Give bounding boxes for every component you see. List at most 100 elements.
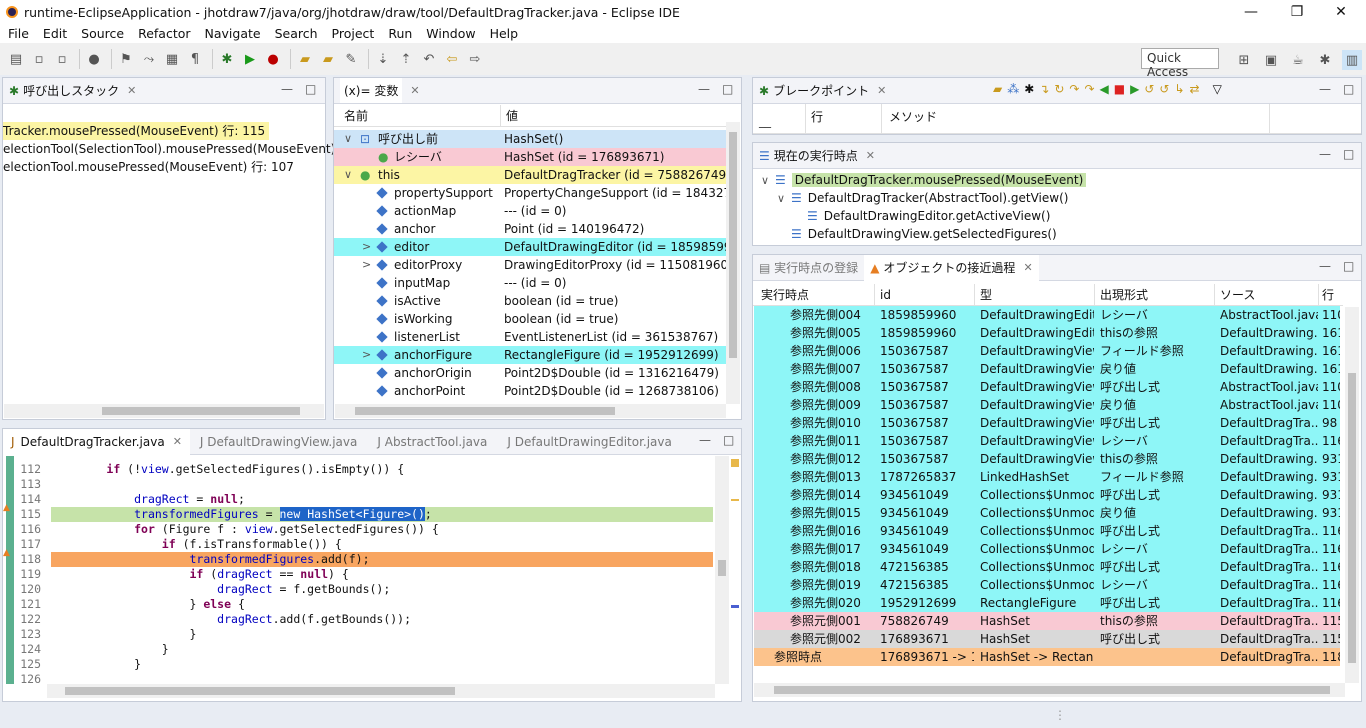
java-perspective-icon[interactable]: ☕	[1288, 50, 1308, 70]
horizontal-scrollbar[interactable]	[754, 683, 1345, 697]
forward-icon[interactable]: ⇨	[465, 49, 485, 69]
approach-row[interactable]: 参照先側010 150367587 DefaultDrawingView 呼び出し式 D…	[754, 414, 1340, 432]
new-icon[interactable]: ▤	[6, 49, 26, 69]
maximize-icon[interactable]: □	[1343, 259, 1354, 273]
minimize-button[interactable]: —	[1228, 0, 1274, 24]
maximize-icon[interactable]: □	[723, 433, 734, 447]
variable-row[interactable]: listenerList EventListenerList (id = 3615…	[334, 328, 726, 346]
vertical-scrollbar[interactable]	[1345, 307, 1359, 683]
back-step-icon[interactable]: ◀	[1100, 82, 1109, 96]
variable-row[interactable]: ∨ ⊡ 呼び出し前 HashSet()	[334, 130, 726, 148]
step-return-icon[interactable]: ↻	[1054, 82, 1064, 96]
menu-source[interactable]: Source	[81, 26, 124, 41]
variable-row[interactable]: anchorPoint Point2D$Double (id = 12687381…	[334, 382, 726, 400]
toggle-breakpoint-icon[interactable]: ⚑	[116, 49, 136, 69]
editor-tab[interactable]: J AbstractTool.java	[367, 435, 497, 449]
exec-register-tab[interactable]: ▤ 実行時点の登録	[753, 259, 864, 276]
col-method[interactable]: メソッド	[889, 104, 937, 130]
exec-point-item[interactable]: ☰ DefaultDrawingView.getSelectedFigures()	[777, 225, 1057, 243]
menu-run[interactable]: Run	[388, 26, 412, 41]
minimize-icon[interactable]: —	[698, 82, 710, 96]
variable-row[interactable]: ● レシーバ HashSet (id = 176893671)	[334, 148, 726, 166]
menu-project[interactable]: Project	[332, 26, 375, 41]
sync-icon[interactable]: ⇄	[1190, 82, 1200, 96]
open-perspective-icon[interactable]: ⊞	[1234, 50, 1254, 70]
stack-frame[interactable]: Tracker.mousePressed(MouseEvent) 行: 115	[3, 122, 270, 140]
close-icon[interactable]: ✕	[1023, 261, 1032, 274]
close-icon[interactable]: ✕	[866, 149, 875, 162]
horizontal-scrollbar[interactable]	[335, 404, 726, 418]
layout-perspective-icon[interactable]: ▥	[1342, 50, 1362, 70]
variable-row[interactable]: actionMap --- (id = 0)	[334, 202, 726, 220]
code-line[interactable]: }	[51, 657, 713, 672]
expand-toggle-icon[interactable]: >	[362, 256, 371, 274]
editor-tab[interactable]: J DefaultDrawingView.java	[190, 435, 367, 449]
code-line[interactable]: }	[51, 627, 713, 642]
exec-point-item[interactable]: ∨ ☰ DefaultDragTracker.mousePressed(MouseE…	[761, 171, 1087, 189]
resume-icon[interactable]: ▶	[1130, 82, 1139, 96]
next-annotation-icon[interactable]: ⇣	[373, 49, 393, 69]
expand-toggle-icon[interactable]: ∨	[777, 190, 791, 208]
variable-row[interactable]: isActive boolean (id = true)	[334, 292, 726, 310]
variable-row[interactable]: inputMap --- (id = 0)	[334, 274, 726, 292]
code-line[interactable]	[51, 477, 713, 492]
approach-row[interactable]: 参照先側005 1859859960 DefaultDrawingEdit... th…	[754, 324, 1340, 342]
step-into-icon[interactable]: ↴	[1039, 82, 1049, 96]
approach-row[interactable]: 参照先側012 150367587 DefaultDrawingView thisの参…	[754, 450, 1340, 468]
variable-row[interactable]: ∨ ● this DefaultDragTracker (id = 758826749…	[334, 166, 726, 184]
approach-row[interactable]: 参照先側011 150367587 DefaultDrawingView レシーバ De…	[754, 432, 1340, 450]
expand-toggle-icon[interactable]: ∨	[344, 130, 352, 148]
approach-row[interactable]: 参照先側017 934561049 Collections$Unmod... レシーバ…	[754, 540, 1340, 558]
folder-icon[interactable]: ▰	[993, 82, 1002, 96]
col-name[interactable]: 名前	[344, 105, 368, 127]
approach-row[interactable]: 参照元側001 758826749 HashSet thisの参照 DefaultDra…	[754, 612, 1340, 630]
approach-row[interactable]: 参照元側002 176893671 HashSet 呼び出し式 DefaultDragT…	[754, 630, 1340, 648]
redo-icon[interactable]: ↺	[1159, 82, 1169, 96]
approach-row[interactable]: 参照先側004 1859859960 DefaultDrawingEdit... レシ…	[754, 306, 1340, 324]
jump-icon[interactable]: ↳	[1174, 82, 1184, 96]
menu-search[interactable]: Search	[275, 26, 318, 41]
drop-frame-icon[interactable]: ↷	[1084, 82, 1094, 96]
col-value[interactable]: 値	[506, 105, 518, 127]
open-folder-icon[interactable]: ▰	[318, 49, 338, 69]
close-button[interactable]: ✕	[1318, 0, 1364, 24]
variable-row[interactable]: anchor Point (id = 140196472)	[334, 220, 726, 238]
maximize-icon[interactable]: □	[1343, 147, 1354, 161]
group-icon[interactable]: ⁂	[1007, 82, 1019, 96]
minimize-icon[interactable]: —	[1319, 82, 1331, 96]
approach-row[interactable]: 参照先側007 150367587 DefaultDrawingView 戻り値 Def…	[754, 360, 1340, 378]
stack-frame[interactable]: electionTool.mousePressed(MouseEvent) 行:…	[3, 158, 294, 176]
menu-file[interactable]: File	[8, 26, 29, 41]
debug-perspective-icon[interactable]: ✱	[1315, 50, 1335, 70]
minimize-icon[interactable]: —	[281, 82, 293, 96]
maximize-button[interactable]: ❐	[1274, 0, 1320, 24]
variable-row[interactable]: > editor DefaultDrawingEditor (id = 185985…	[334, 238, 726, 256]
maximize-icon[interactable]: □	[1343, 82, 1354, 96]
bug-icon[interactable]: ✱	[1024, 82, 1034, 96]
quick-access-input[interactable]: Quick Access	[1141, 48, 1219, 79]
variable-row[interactable]: anchorOrigin Point2D$Double (id = 1316216…	[334, 364, 726, 382]
vertical-scrollbar[interactable]	[715, 456, 729, 684]
code-line[interactable]: } else {	[51, 597, 713, 612]
resource-perspective-icon[interactable]: ▣	[1261, 50, 1281, 70]
back-icon[interactable]: ⇦	[442, 49, 462, 69]
close-icon[interactable]: ✕	[127, 84, 136, 97]
variable-row[interactable]: > anchorFigure RectangleFigure (id = 19529…	[334, 346, 726, 364]
menu-navigate[interactable]: Navigate	[205, 26, 261, 41]
open-type-icon[interactable]: ▰	[295, 49, 315, 69]
fwd-step-icon[interactable]: ↺	[1144, 82, 1154, 96]
save-all-icon[interactable]: ▫	[52, 49, 72, 69]
approach-row[interactable]: 参照先側016 934561049 Collections$Unmod... 呼び出し…	[754, 522, 1340, 540]
exec-point-item[interactable]: ∨ ☰ DefaultDragTracker(AbstractTool).getVi…	[777, 189, 1068, 207]
approach-row[interactable]: 参照時点 176893671 -> 1... HashSet -> Rectan..…	[754, 648, 1340, 666]
step-over-icon[interactable]: ↷	[1069, 82, 1079, 96]
expand-toggle-icon[interactable]: >	[362, 346, 371, 364]
approach-row[interactable]: 参照先側009 150367587 DefaultDrawingView 戻り値 Abs…	[754, 396, 1340, 414]
skip-breakpoints-icon[interactable]: ⤳	[139, 49, 159, 69]
col-type[interactable]: 型	[980, 284, 992, 306]
minimize-icon[interactable]: —	[699, 433, 711, 447]
approach-row[interactable]: 参照先側020 1952912699 RectangleFigure 呼び出し式 Def…	[754, 594, 1340, 612]
coverage-icon[interactable]: ●	[263, 49, 283, 69]
code-line[interactable]: dragRect.add(f.getBounds());	[51, 612, 713, 627]
menu-help[interactable]: Help	[490, 26, 519, 41]
